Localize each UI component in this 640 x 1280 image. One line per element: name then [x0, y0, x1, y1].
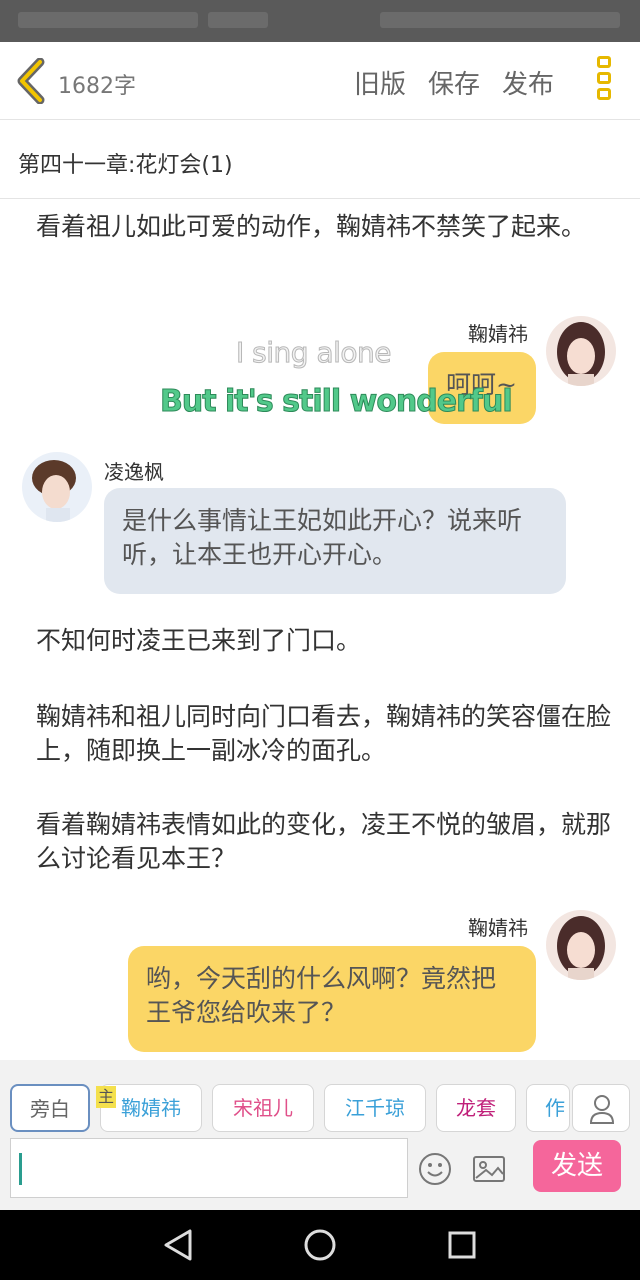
- user-icon: [589, 1095, 615, 1124]
- character-chip[interactable]: 龙套: [436, 1084, 516, 1132]
- image-icon: [473, 1156, 505, 1182]
- recent-nav-icon[interactable]: [448, 1231, 476, 1259]
- narration-text: 不知何时凌王已来到了门口。: [36, 626, 362, 655]
- publish-button[interactable]: 发布: [502, 64, 554, 101]
- avatar[interactable]: [22, 452, 92, 522]
- word-count: 1682字: [58, 74, 136, 99]
- emoji-icon: [419, 1153, 451, 1185]
- system-navigation-bar: [0, 1210, 640, 1280]
- overlay-lyric-line-1: I sing alone: [236, 336, 393, 370]
- status-bar: [0, 0, 640, 42]
- message-sender-name: 鞠婧祎: [468, 916, 528, 940]
- message-bubble[interactable]: 是什么事情让王妃如此开心？说来听听，让本王也开心开心。: [104, 488, 566, 594]
- avatar[interactable]: [546, 910, 616, 980]
- editor-toolbar: 1682字 旧版 保存 发布: [0, 42, 640, 120]
- overlay-lyric-line-2: But it's still wonderful: [160, 384, 514, 420]
- more-icon: [594, 56, 614, 100]
- message-sender-name: 鞠婧祎: [468, 322, 528, 346]
- home-nav-icon[interactable]: [304, 1229, 336, 1261]
- avatar-image: [546, 910, 616, 980]
- character-input-panel: 旁白 鞠婧祎 主 宋祖儿 江千琼 龙套 作 发送: [0, 1060, 640, 1210]
- message-bubble[interactable]: 哟，今天刮的什么风啊？竟然把王爷您给吹来了？: [128, 946, 536, 1052]
- save-button[interactable]: 保存: [428, 64, 480, 101]
- narration-text: 看着祖儿如此可爱的动作，鞠婧祎不禁笑了起来。: [36, 212, 587, 241]
- back-chevron-icon: [17, 57, 45, 105]
- character-chip[interactable]: 江千琼: [324, 1084, 426, 1132]
- character-chip-narrator[interactable]: 旁白: [10, 1084, 90, 1132]
- back-nav-icon[interactable]: [164, 1229, 192, 1261]
- avatar-image: [22, 452, 92, 522]
- character-chip[interactable]: 宋祖儿: [212, 1084, 314, 1132]
- avatar[interactable]: [546, 316, 616, 386]
- status-bar-blurred-mid: [208, 12, 268, 28]
- avatar-image: [546, 316, 616, 386]
- chapter-header[interactable]: 第四十一章:花灯会(1): [0, 121, 640, 199]
- status-bar-blurred-left: [18, 12, 198, 28]
- narration-text: 看着鞠婧祎表情如此的变化，凌王不悦的皱眉，就那么讨论看见本王？: [36, 810, 612, 873]
- story-content[interactable]: 看着祖儿如此可爱的动作，鞠婧祎不禁笑了起来。 鞠婧祎 呵呵~ I sing al…: [0, 200, 640, 1060]
- message-sender-name: 凌逸枫: [104, 460, 164, 484]
- image-button[interactable]: [472, 1154, 506, 1184]
- chapter-title: 第四十一章:花灯会(1): [18, 153, 233, 178]
- narration-text: 鞠婧祎和祖儿同时向门口看去，鞠婧祎的笑容僵在脸上，随即换上一副冰冷的面孔。: [36, 702, 612, 765]
- old-version-button[interactable]: 旧版: [354, 64, 406, 101]
- emoji-button[interactable]: [418, 1152, 452, 1186]
- status-bar-blurred-right: [380, 12, 620, 28]
- more-menu-button[interactable]: [594, 56, 614, 108]
- message-input[interactable]: [10, 1138, 408, 1198]
- character-chip[interactable]: 作: [526, 1084, 570, 1132]
- character-manage-button[interactable]: [572, 1084, 630, 1132]
- main-character-tag: 主: [96, 1086, 116, 1108]
- text-cursor: [19, 1153, 22, 1185]
- send-button[interactable]: 发送: [533, 1140, 621, 1192]
- back-button[interactable]: [14, 57, 50, 105]
